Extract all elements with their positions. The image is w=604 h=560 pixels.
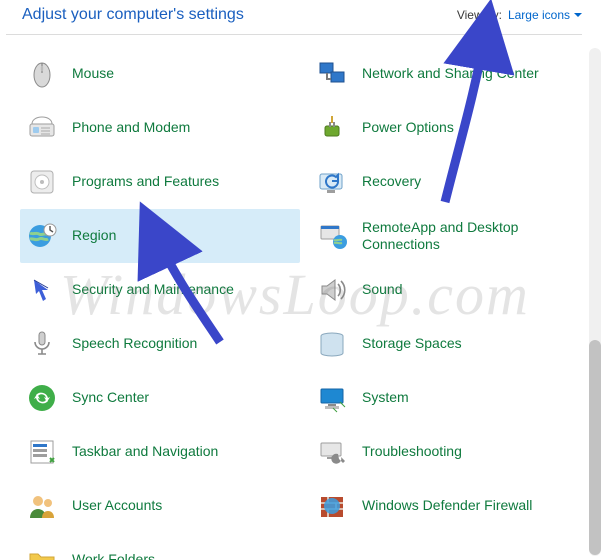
item-storage-spaces[interactable]: Storage Spaces — [310, 317, 590, 371]
remoteapp-icon — [316, 220, 348, 252]
item-phone-modem[interactable]: Phone and Modem — [20, 101, 300, 155]
region-icon — [26, 220, 58, 252]
item-taskbar-navigation[interactable]: Taskbar and Navigation — [20, 425, 300, 479]
programs-features-icon — [26, 166, 58, 198]
user-accounts-icon — [26, 490, 58, 522]
sound-icon — [316, 274, 348, 306]
item-label: Security and Maintenance — [72, 281, 234, 299]
taskbar-navigation-icon — [26, 436, 58, 468]
item-system[interactable]: System — [310, 371, 590, 425]
right-column: Network and Sharing Center Power Options… — [310, 47, 590, 560]
item-power-options[interactable]: Power Options — [310, 101, 590, 155]
item-label: Recovery — [362, 173, 421, 191]
item-label: Troubleshooting — [362, 443, 462, 461]
item-troubleshooting[interactable]: Troubleshooting — [310, 425, 590, 479]
item-label: Storage Spaces — [362, 335, 462, 353]
header: Adjust your computer's settings View by:… — [0, 0, 604, 34]
view-by-label: View by: — [457, 8, 502, 22]
page-title: Adjust your computer's settings — [22, 6, 244, 24]
sync-center-icon — [26, 382, 58, 414]
item-label: Network and Sharing Center — [362, 65, 539, 83]
item-label: Speech Recognition — [72, 335, 197, 353]
item-mouse[interactable]: Mouse — [20, 47, 300, 101]
security-maintenance-icon — [26, 274, 58, 306]
item-label: Programs and Features — [72, 173, 219, 191]
left-column: Mouse Phone and Modem Programs and Featu… — [20, 47, 300, 560]
system-icon — [316, 382, 348, 414]
item-label: Region — [72, 227, 116, 245]
item-label: RemoteApp and Desktop Connections — [362, 219, 584, 254]
power-options-icon — [316, 112, 348, 144]
item-label: Sync Center — [72, 389, 149, 407]
items-grid: Mouse Phone and Modem Programs and Featu… — [20, 47, 590, 560]
phone-modem-icon — [26, 112, 58, 144]
work-folders-icon — [26, 544, 58, 560]
chevron-down-icon — [574, 13, 582, 17]
network-sharing-icon — [316, 58, 348, 90]
recovery-icon — [316, 166, 348, 198]
item-label: Windows Defender Firewall — [362, 497, 532, 515]
item-label: Power Options — [362, 119, 454, 137]
item-sound[interactable]: Sound — [310, 263, 590, 317]
item-label: User Accounts — [72, 497, 162, 515]
control-panel-window: Adjust your computer's settings View by:… — [0, 0, 604, 560]
view-by-group: View by: Large icons — [457, 8, 582, 22]
item-label: System — [362, 389, 409, 407]
item-label: Phone and Modem — [72, 119, 190, 137]
item-recovery[interactable]: Recovery — [310, 155, 590, 209]
item-label: Mouse — [72, 65, 114, 83]
storage-spaces-icon — [316, 328, 348, 360]
item-label: Sound — [362, 281, 402, 299]
defender-firewall-icon — [316, 490, 348, 522]
item-label: Taskbar and Navigation — [72, 443, 218, 461]
content-area: WindowsLoop.com Mouse Phone and Modem — [0, 35, 604, 560]
item-user-accounts[interactable]: User Accounts — [20, 479, 300, 533]
item-remoteapp[interactable]: RemoteApp and Desktop Connections — [310, 209, 590, 263]
item-network-sharing[interactable]: Network and Sharing Center — [310, 47, 590, 101]
item-programs-features[interactable]: Programs and Features — [20, 155, 300, 209]
item-region[interactable]: Region — [20, 209, 300, 263]
view-by-value: Large icons — [508, 8, 570, 22]
scrollbar-thumb[interactable] — [589, 340, 601, 555]
speech-recognition-icon — [26, 328, 58, 360]
item-speech-recognition[interactable]: Speech Recognition — [20, 317, 300, 371]
item-defender-firewall[interactable]: Windows Defender Firewall — [310, 479, 590, 533]
item-label: Work Folders — [72, 551, 155, 560]
mouse-icon — [26, 58, 58, 90]
troubleshooting-icon — [316, 436, 348, 468]
item-work-folders[interactable]: Work Folders — [20, 533, 300, 560]
view-by-dropdown[interactable]: Large icons — [508, 8, 582, 22]
vertical-scrollbar[interactable] — [589, 48, 601, 556]
item-sync-center[interactable]: Sync Center — [20, 371, 300, 425]
item-security-maintenance[interactable]: Security and Maintenance — [20, 263, 300, 317]
